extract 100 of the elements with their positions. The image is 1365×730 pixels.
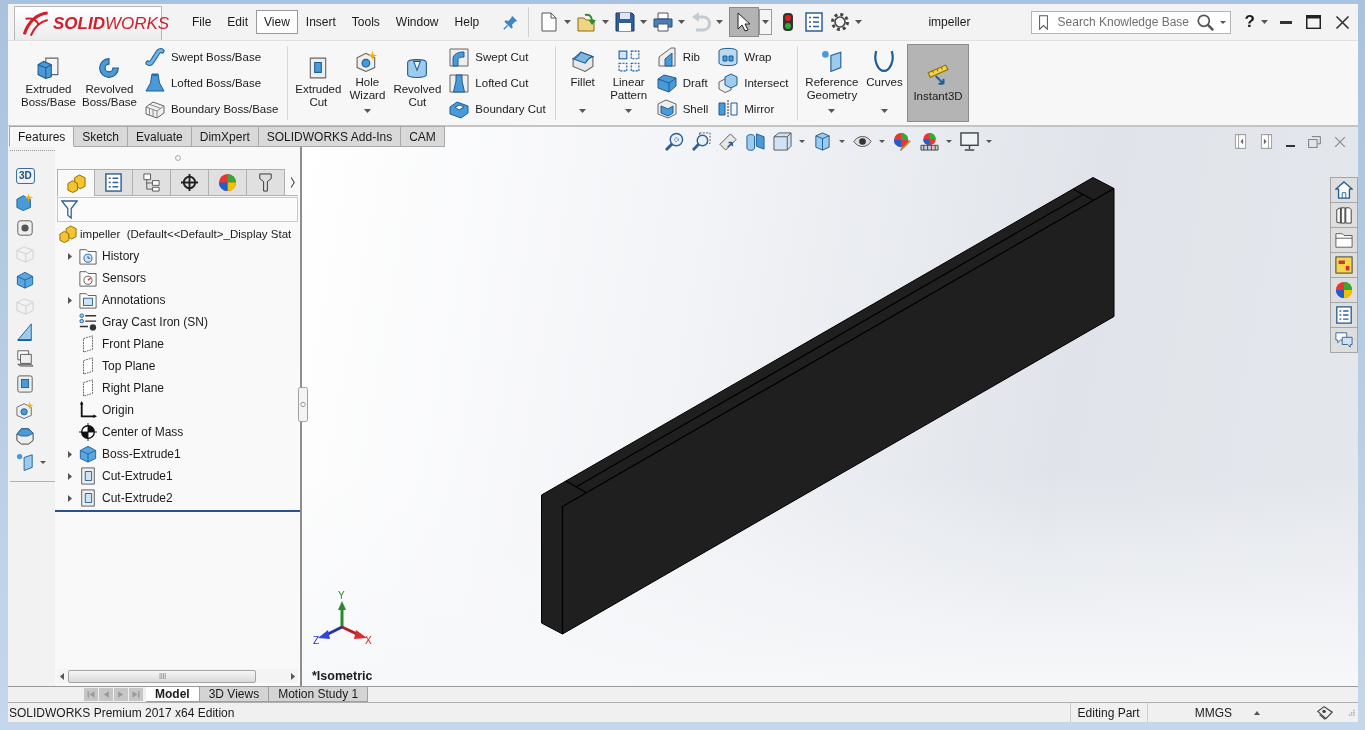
ribbon-button[interactable]: Lofted Cut: [449, 73, 546, 93]
caret-down-icon[interactable]: [40, 460, 46, 464]
caret-right-icon[interactable]: [67, 472, 72, 480]
caret-up-icon[interactable]: [1254, 710, 1260, 715]
caret-down-icon[interactable]: [564, 20, 572, 24]
restore-icon[interactable]: [1308, 135, 1321, 148]
tag-icon[interactable]: [1316, 704, 1334, 721]
caret-down-icon[interactable]: [602, 20, 610, 24]
tab[interactable]: 3D Views: [199, 687, 270, 702]
ribbon-button[interactable]: Instant3D: [907, 44, 969, 122]
cube-sparkle-icon[interactable]: [16, 193, 34, 211]
arrow-left-icon[interactable]: [60, 672, 64, 680]
tree-item[interactable]: Cut-Extrude2: [59, 487, 300, 509]
tree-item[interactable]: Sensors: [59, 267, 300, 289]
units-button[interactable]: MMGS: [1194, 705, 1232, 720]
tree-item[interactable]: Origin: [59, 399, 300, 421]
color-ball-pencil-icon[interactable]: [893, 132, 912, 151]
menu-item[interactable]: Edit: [219, 10, 257, 34]
caret-right-icon[interactable]: [67, 252, 72, 260]
menu-item[interactable]: View: [256, 10, 298, 34]
tab[interactable]: Features: [9, 126, 75, 147]
list-sheet-icon[interactable]: [1330, 302, 1358, 328]
menu-item[interactable]: Window: [387, 10, 447, 34]
caret-right-icon[interactable]: [67, 494, 72, 502]
toolbar-button[interactable]: 3D: [16, 168, 35, 184]
zoom-icon[interactable]: [665, 132, 684, 151]
caret-down-icon[interactable]: [879, 140, 885, 143]
tab[interactable]: Model: [146, 687, 200, 702]
maximize-icon[interactable]: [1306, 15, 1321, 29]
home-icon[interactable]: [1330, 177, 1358, 203]
tab[interactable]: Motion Study 1: [269, 687, 369, 702]
caret-down-icon[interactable]: [1261, 20, 1268, 24]
caret-down-icon[interactable]: [1219, 20, 1226, 24]
section-view-icon[interactable]: [746, 132, 765, 151]
tab[interactable]: CAM: [401, 126, 445, 147]
caret-right-icon[interactable]: [67, 450, 72, 458]
zoom-area-icon[interactable]: [692, 132, 711, 151]
tab[interactable]: SOLIDWORKS Add-Ins: [258, 126, 402, 147]
ribbon-button[interactable]: Extruded Boss/Base: [18, 44, 79, 122]
ribbon-button[interactable]: Hole Wizard: [344, 44, 391, 122]
ribbon-button[interactable]: Wrap: [718, 47, 789, 67]
search-icon[interactable]: [1196, 13, 1214, 31]
tree-item[interactable]: Cut-Extrude1: [59, 465, 300, 487]
caret-down-icon[interactable]: [799, 140, 805, 143]
help-button[interactable]: ?: [1244, 12, 1255, 32]
tab[interactable]: DimXpert: [191, 126, 259, 147]
printer-icon[interactable]: [653, 12, 674, 32]
ribbon-button[interactable]: Reference Geometry: [802, 44, 862, 122]
previous-view-icon[interactable]: [719, 132, 738, 151]
menu-item[interactable]: Insert: [297, 10, 344, 34]
panel-left-icon[interactable]: [1234, 134, 1247, 149]
tree-item[interactable]: Right Plane: [59, 377, 300, 399]
caret-down-icon[interactable]: [839, 140, 845, 143]
framed-square-icon[interactable]: [16, 375, 34, 393]
grip-dot-icon[interactable]: [174, 155, 181, 161]
palette-grid-icon[interactable]: [1330, 252, 1358, 278]
solid-cube-icon[interactable]: [16, 271, 34, 289]
ribbon-button[interactable]: Boundary Boss/Base: [144, 99, 279, 119]
caret-down-icon[interactable]: [946, 140, 952, 143]
menu-item[interactable]: Help: [446, 10, 488, 34]
sheet-stack-icon[interactable]: [16, 349, 34, 367]
tree-item[interactable]: Top Plane: [59, 355, 300, 377]
page-icon[interactable]: [539, 12, 560, 32]
filter-field[interactable]: [57, 197, 298, 222]
tab[interactable]: Sketch: [74, 126, 129, 147]
folder-icon[interactable]: [1330, 227, 1358, 253]
tree-item[interactable]: impeller (Default<<Default>_Display Stat: [59, 223, 300, 245]
tree-item[interactable]: History: [59, 245, 300, 267]
ribbon-button[interactable]: Lofted Boss/Base: [144, 73, 279, 93]
ribbon-button[interactable]: Draft: [656, 73, 709, 93]
panel-tab[interactable]: [171, 169, 209, 195]
wedge-icon[interactable]: [16, 323, 34, 341]
ribbon-button[interactable]: Swept Cut: [449, 47, 546, 67]
tree-item[interactable]: Center of Mass: [59, 421, 300, 443]
settings-icon[interactable]: [830, 12, 851, 32]
pin-icon[interactable]: [503, 14, 519, 30]
minimize-icon[interactable]: [1280, 20, 1292, 24]
caret-right-icon[interactable]: [67, 296, 72, 304]
search-field[interactable]: Search Knowledge Base: [1030, 10, 1231, 34]
menu-item[interactable]: File: [184, 10, 220, 34]
list-sheet-icon[interactable]: [804, 12, 825, 32]
ribbon-button[interactable]: Revolved Boss/Base: [78, 44, 140, 122]
chamfer-cube-icon[interactable]: [16, 427, 34, 445]
ribbon-button[interactable]: Fillet: [559, 44, 606, 122]
tree-item[interactable]: Gray Cast Iron (SN): [59, 311, 300, 333]
display-cube-icon[interactable]: [813, 132, 832, 151]
view-cube-icon[interactable]: [773, 132, 792, 151]
caret-down-icon[interactable]: [986, 140, 992, 143]
splitter-handle[interactable]: [298, 387, 308, 422]
ribbon-button[interactable]: Curves: [861, 44, 908, 122]
ribbon-button[interactable]: Swept Boss/Base: [144, 47, 279, 67]
ribbon-button[interactable]: Intersect: [718, 73, 789, 93]
ribbon-button[interactable]: Linear Pattern: [605, 44, 652, 122]
scrollbar-thumb[interactable]: [68, 669, 256, 683]
close-icon[interactable]: [1335, 14, 1350, 30]
tree-item[interactable]: Annotations: [59, 289, 300, 311]
tree-item[interactable]: Boss-Extrude1: [59, 443, 300, 465]
ribbon-button[interactable]: Boundary Cut: [449, 99, 546, 119]
panel-right-icon[interactable]: [1260, 134, 1273, 149]
color-ball-scene-icon[interactable]: [920, 132, 939, 151]
